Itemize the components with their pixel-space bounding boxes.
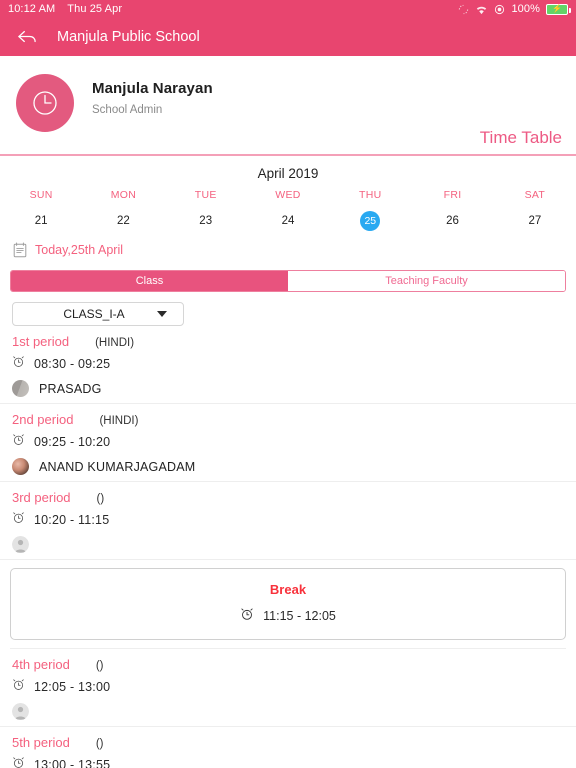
back-arrow-icon[interactable] — [14, 24, 40, 50]
period-time: 13:00 - 13:55 — [34, 758, 111, 768]
calendar-dow: TUE — [194, 189, 217, 201]
period-time: 08:30 - 09:25 — [34, 357, 111, 371]
calendar-dow: THU — [359, 189, 382, 201]
person-placeholder-icon — [12, 536, 29, 553]
calendar-day-label: 26 — [446, 215, 459, 227]
calendar-day-label: 21 — [34, 215, 48, 227]
profile-header: Manjula Narayan School Admin — [0, 56, 576, 132]
calendar-day-21[interactable]: 21 — [0, 210, 82, 232]
timetable-list: 1st period (HINDI) 08:30 - 09:25 PRASADG — [0, 326, 576, 768]
calendar-day-27[interactable]: 27 — [494, 210, 576, 232]
period-time: 09:25 - 10:20 — [34, 435, 111, 449]
clock-icon — [16, 74, 74, 132]
break-time: 11:15 - 12:05 — [263, 608, 336, 623]
status-bar-date: Thu 25 Apr — [67, 3, 123, 15]
app-bar: Manjula Public School — [0, 18, 576, 56]
class-select[interactable]: CLASS_I-A — [12, 302, 184, 326]
class-select-wrap: CLASS_I-A — [0, 292, 576, 326]
calendar-dow: MON — [110, 189, 137, 201]
teacher-avatar — [12, 458, 29, 475]
battery-percent-label: 100% — [511, 3, 540, 15]
status-bar: 10:12 AM Thu 25 Apr 100% ⚡ — [0, 0, 576, 18]
calendar-day-22[interactable]: 22 — [82, 210, 164, 232]
profile-name: Manjula Narayan — [92, 80, 213, 97]
calendar-day-label: 24 — [281, 215, 295, 227]
alarm-clock-icon — [12, 678, 25, 696]
period-subject: () — [96, 493, 105, 505]
person-placeholder-icon — [12, 703, 29, 720]
tab-bar: Class Teaching Faculty — [0, 258, 576, 292]
period-name: 1st period — [12, 334, 70, 349]
calendar-icon — [13, 242, 27, 258]
alarm-clock-icon — [12, 756, 25, 768]
calendar-day-24[interactable]: 24 — [247, 210, 329, 232]
today-label: Today,25th April — [35, 243, 124, 257]
today-row: Today,25th April — [0, 232, 576, 258]
period-subject: () — [95, 738, 104, 750]
calendar-day-label: 23 — [199, 215, 213, 227]
period-row[interactable]: 3rd period () 10:20 - 11:15 — [0, 482, 576, 560]
tab-teaching-faculty[interactable]: Teaching Faculty — [288, 271, 565, 291]
calendar-dow: WED — [275, 189, 301, 201]
period-row[interactable]: 5th period () 13:00 - 13:55 — [0, 727, 576, 768]
period-row[interactable]: 2nd period (HINDI) 09:25 - 10:20 ANAND K… — [0, 404, 576, 482]
class-select-value: CLASS_I-A — [63, 307, 125, 321]
calendar-date-row: 21 22 23 24 25 26 27 — [0, 210, 576, 232]
battery-charging-icon: ⚡ — [546, 3, 571, 15]
calendar-day-25-selected[interactable]: 25 — [329, 210, 411, 232]
period-name: 2nd period — [12, 412, 74, 427]
alarm-clock-icon — [240, 607, 254, 624]
calendar-dow: SUN — [29, 189, 53, 201]
period-name: 5th period — [12, 735, 70, 750]
teacher-avatar — [12, 380, 29, 397]
teacher-name: PRASADG — [39, 381, 102, 396]
period-name: 4th period — [12, 657, 70, 672]
period-time: 12:05 - 13:00 — [34, 680, 111, 694]
tab-class[interactable]: Class — [11, 271, 288, 291]
calendar-day-label: 22 — [117, 215, 130, 227]
period-time: 10:20 - 11:15 — [34, 513, 110, 527]
sync-icon — [458, 4, 469, 15]
alarm-clock-icon — [12, 355, 25, 373]
chevron-down-icon — [157, 311, 167, 317]
calendar-day-23[interactable]: 23 — [165, 210, 247, 232]
teacher-name: ANAND KUMARJAGADAM — [39, 459, 196, 474]
alarm-clock-icon — [12, 511, 25, 529]
period-subject: (HINDI) — [99, 415, 139, 427]
break-block: Break 11:15 - 12:05 — [0, 560, 576, 649]
app-bar-title: Manjula Public School — [57, 29, 200, 45]
period-subject: (HINDI) — [95, 337, 135, 349]
status-bar-time: 10:12 AM — [8, 3, 56, 15]
calendar-strip: April 2019 SUN MON TUE WED THU FRI SAT 2… — [0, 156, 576, 258]
calendar-dow: FRI — [443, 189, 462, 201]
period-row[interactable]: 4th period () 12:05 - 13:00 — [0, 649, 576, 727]
period-name: 3rd period — [12, 490, 71, 505]
calendar-dow-row: SUN MON TUE WED THU FRI SAT — [0, 189, 576, 210]
period-row[interactable]: 1st period (HINDI) 08:30 - 09:25 PRASADG — [0, 326, 576, 404]
calendar-month-label: April 2019 — [257, 166, 319, 181]
profile-role: School Admin — [92, 104, 163, 116]
calendar-dow: SAT — [524, 189, 546, 201]
wifi-icon — [475, 4, 488, 15]
calendar-day-26[interactable]: 26 — [411, 210, 493, 232]
page-title: Time Table — [479, 128, 562, 147]
location-icon — [494, 4, 505, 15]
calendar-day-label: 25 — [360, 211, 381, 231]
break-card: Break 11:15 - 12:05 — [10, 568, 566, 640]
period-subject: () — [95, 660, 104, 672]
calendar-day-label: 27 — [528, 215, 542, 227]
break-title: Break — [269, 582, 307, 597]
alarm-clock-icon — [12, 433, 25, 451]
